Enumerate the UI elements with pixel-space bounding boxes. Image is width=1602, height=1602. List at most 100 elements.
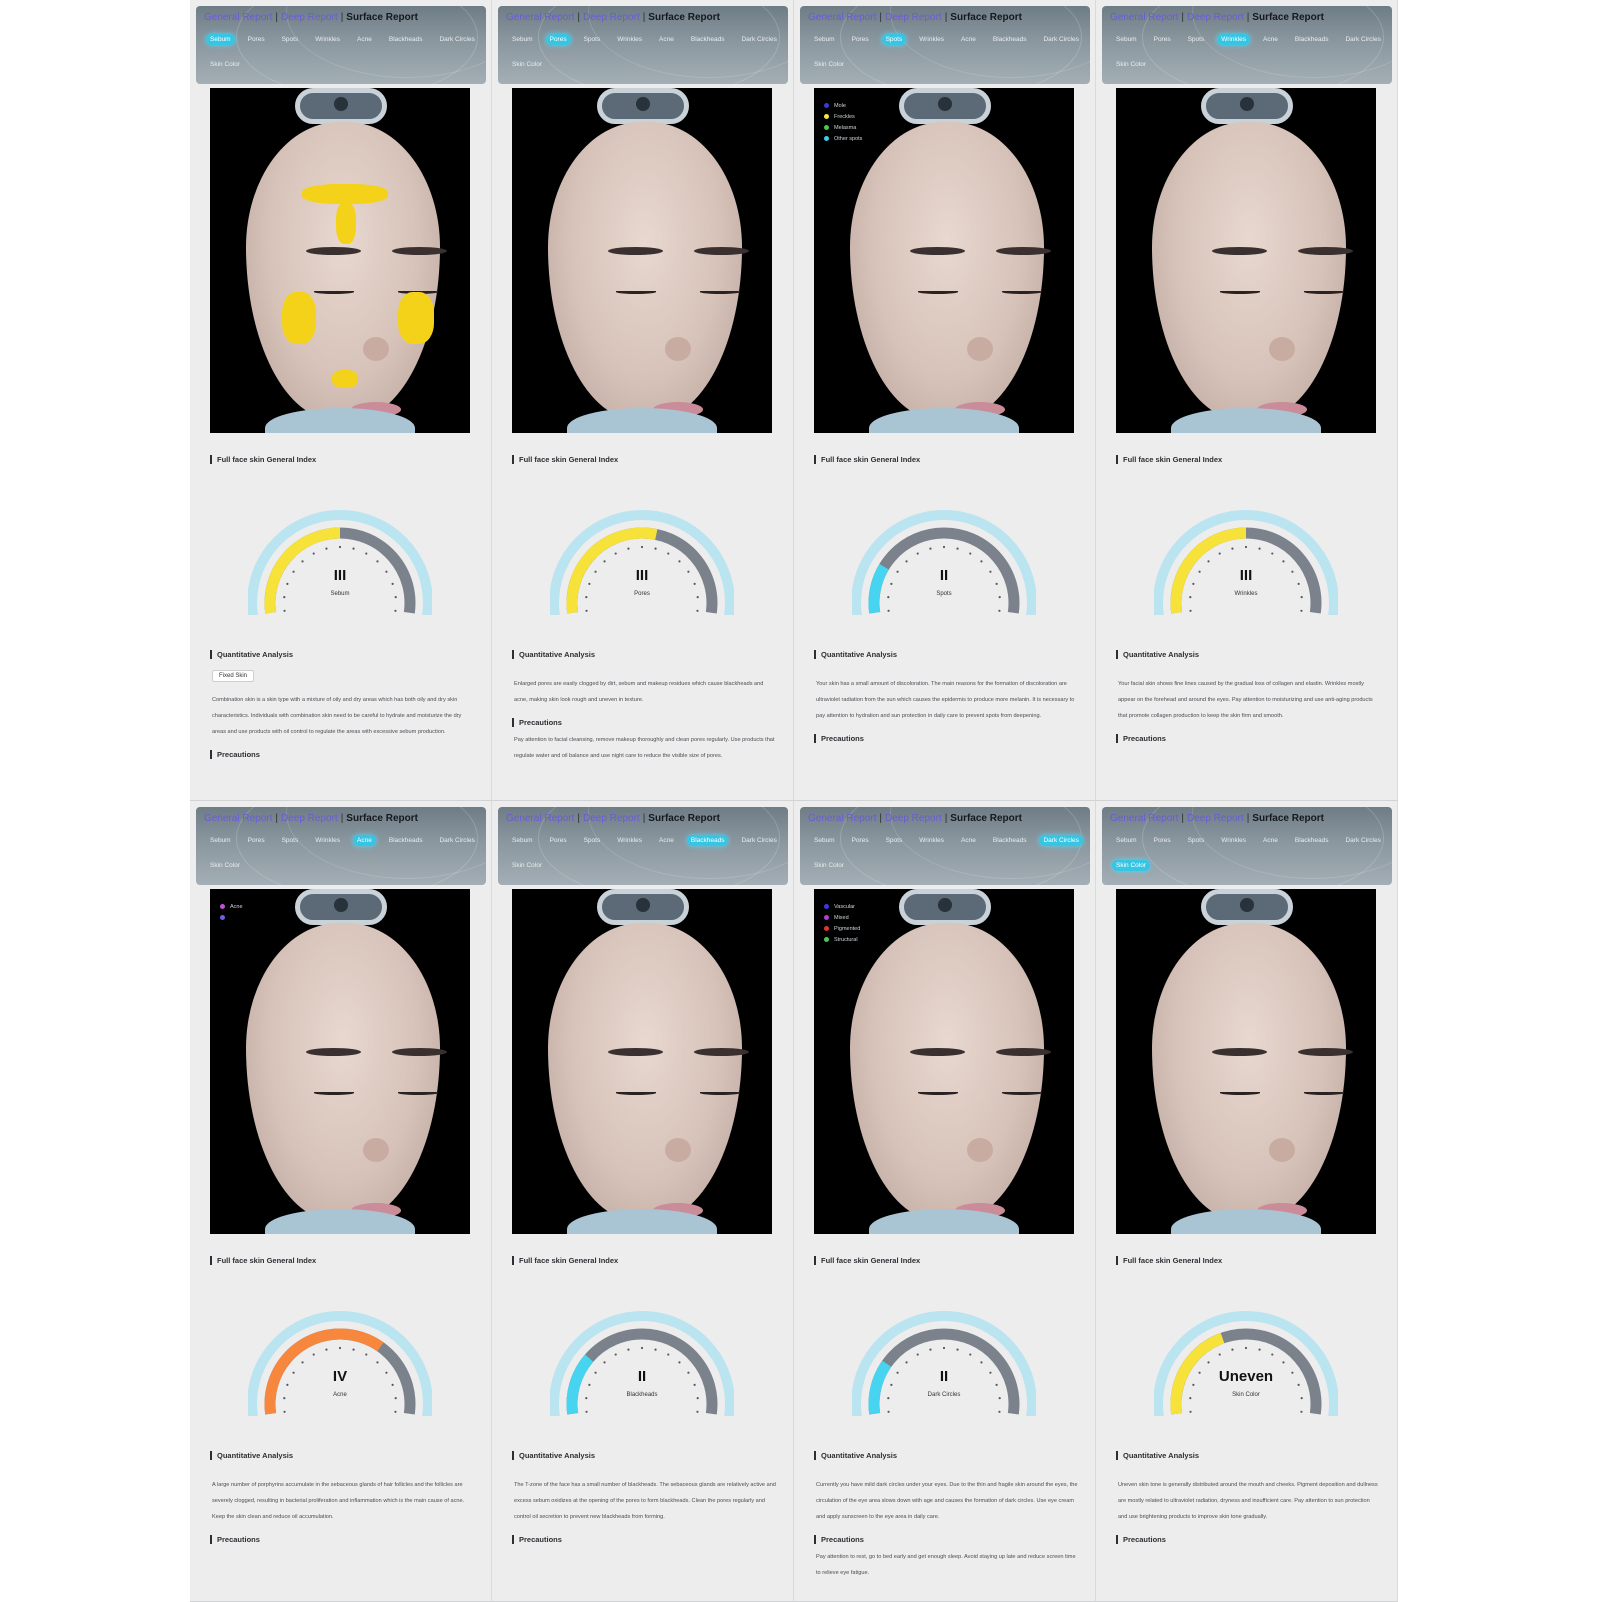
general-report-link[interactable]: General Report bbox=[1110, 813, 1178, 824]
general-report-link[interactable]: General Report bbox=[1110, 12, 1178, 23]
tab-sebum[interactable]: Sebum bbox=[508, 835, 537, 846]
tab-wrinkles[interactable]: Wrinkles bbox=[613, 835, 646, 846]
tab-spots[interactable]: Spots bbox=[881, 34, 907, 45]
tab-pores[interactable]: Pores bbox=[1150, 835, 1175, 846]
tab-wrinkles[interactable]: Wrinkles bbox=[311, 34, 344, 45]
tab-acne[interactable]: Acne bbox=[1259, 835, 1282, 846]
tab-pores[interactable]: Pores bbox=[244, 34, 269, 45]
gauge-tick bbox=[942, 1346, 946, 1350]
tab-skin-color[interactable]: Skin Color bbox=[810, 59, 848, 70]
tab-wrinkles[interactable]: Wrinkles bbox=[613, 34, 646, 45]
tab-wrinkles[interactable]: Wrinkles bbox=[1217, 34, 1251, 45]
tab-dark-circles[interactable]: Dark Circles bbox=[1341, 835, 1384, 846]
tab-dark-circles[interactable]: Dark Circles bbox=[737, 835, 780, 846]
deep-report-link[interactable]: Deep Report bbox=[1187, 813, 1244, 824]
report-grid: General Report | Deep Report | Surface Repor… bbox=[190, 0, 1398, 1602]
tab-pores[interactable]: Pores bbox=[1150, 34, 1175, 45]
tab-sebum[interactable]: Sebum bbox=[810, 835, 839, 846]
tab-skin-color[interactable]: Skin Color bbox=[1112, 860, 1150, 871]
tab-sebum[interactable]: Sebum bbox=[1112, 835, 1141, 846]
tab-blackheads[interactable]: Blackheads bbox=[989, 34, 1031, 45]
tab-blackheads[interactable]: Blackheads bbox=[385, 34, 427, 45]
tab-blackheads[interactable]: Blackheads bbox=[1291, 835, 1333, 846]
tab-spots[interactable]: Spots bbox=[278, 835, 303, 846]
tab-skin-color[interactable]: Skin Color bbox=[206, 59, 244, 70]
tab-pores[interactable]: Pores bbox=[848, 34, 873, 45]
tab-sebum[interactable]: Sebum bbox=[206, 835, 235, 846]
general-report-link[interactable]: General Report bbox=[204, 12, 272, 23]
general-report-link[interactable]: General Report bbox=[506, 12, 574, 23]
tab-dark-circles[interactable]: Dark Circles bbox=[737, 34, 780, 45]
surface-report-tab[interactable]: Surface Report bbox=[950, 813, 1022, 824]
deep-report-link[interactable]: Deep Report bbox=[583, 12, 640, 23]
analysis-tabs: Sebum Pores Spots Wrinkles Acne Blackheads Dar… bbox=[810, 34, 1088, 70]
tab-spots[interactable]: Spots bbox=[278, 34, 303, 45]
tab-dark-circles[interactable]: Dark Circles bbox=[1039, 34, 1082, 45]
deep-report-link[interactable]: Deep Report bbox=[583, 813, 640, 824]
left-eyebrow bbox=[608, 247, 663, 255]
tab-dark-circles[interactable]: Dark Circles bbox=[435, 34, 478, 45]
tab-dark-circles[interactable]: Dark Circles bbox=[1039, 835, 1083, 846]
tab-wrinkles[interactable]: Wrinkles bbox=[915, 34, 948, 45]
gauge-tick bbox=[980, 1361, 983, 1364]
deep-report-link[interactable]: Deep Report bbox=[885, 813, 942, 824]
tab-sebum[interactable]: Sebum bbox=[1112, 34, 1141, 45]
deep-report-link[interactable]: Deep Report bbox=[1187, 12, 1244, 23]
surface-report-tab[interactable]: Surface Report bbox=[1252, 813, 1324, 824]
tab-acne[interactable]: Acne bbox=[655, 34, 678, 45]
tab-pores[interactable]: Pores bbox=[545, 34, 571, 45]
tab-wrinkles[interactable]: Wrinkles bbox=[311, 835, 344, 846]
general-report-link[interactable]: General Report bbox=[808, 813, 876, 824]
surface-report-tab[interactable]: Surface Report bbox=[346, 813, 418, 824]
index-gauge: Uneven Skin Color bbox=[1153, 1296, 1339, 1427]
surface-report-tab[interactable]: Surface Report bbox=[648, 12, 720, 23]
tab-wrinkles[interactable]: Wrinkles bbox=[1217, 835, 1250, 846]
gauge-tick bbox=[1207, 1361, 1210, 1364]
surface-report-tab[interactable]: Surface Report bbox=[346, 12, 418, 23]
gauge-tick bbox=[283, 609, 286, 612]
deep-report-link[interactable]: Deep Report bbox=[281, 12, 338, 23]
tab-dark-circles[interactable]: Dark Circles bbox=[1341, 34, 1384, 45]
tab-blackheads[interactable]: Blackheads bbox=[1291, 34, 1333, 45]
tab-skin-color[interactable]: Skin Color bbox=[810, 860, 848, 871]
general-report-link[interactable]: General Report bbox=[808, 12, 876, 23]
deep-report-link[interactable]: Deep Report bbox=[281, 813, 338, 824]
tab-dark-circles[interactable]: Dark Circles bbox=[435, 835, 478, 846]
tab-spots[interactable]: Spots bbox=[882, 835, 907, 846]
tab-blackheads[interactable]: Blackheads bbox=[687, 34, 729, 45]
tab-acne[interactable]: Acne bbox=[957, 34, 980, 45]
tab-skin-color[interactable]: Skin Color bbox=[508, 59, 546, 70]
gauge-tick bbox=[376, 560, 379, 563]
tab-spots[interactable]: Spots bbox=[580, 34, 605, 45]
tab-sebum[interactable]: Sebum bbox=[508, 34, 537, 45]
tab-pores[interactable]: Pores bbox=[244, 835, 269, 846]
gauge-dial bbox=[851, 510, 1037, 626]
analysis-tabs: Sebum Pores Spots Wrinkles Acne Blackheads Dar… bbox=[206, 835, 484, 871]
tab-blackheads[interactable]: Blackheads bbox=[686, 835, 729, 846]
tab-blackheads[interactable]: Blackheads bbox=[989, 835, 1031, 846]
tab-spots[interactable]: Spots bbox=[580, 835, 605, 846]
tab-spots[interactable]: Spots bbox=[1184, 835, 1209, 846]
general-report-link[interactable]: General Report bbox=[506, 813, 574, 824]
tab-spots[interactable]: Spots bbox=[1184, 34, 1209, 45]
general-report-link[interactable]: General Report bbox=[204, 813, 272, 824]
tab-acne[interactable]: Acne bbox=[1259, 34, 1282, 45]
tab-acne[interactable]: Acne bbox=[655, 835, 678, 846]
surface-report-tab[interactable]: Surface Report bbox=[648, 813, 720, 824]
surface-report-tab[interactable]: Surface Report bbox=[950, 12, 1022, 23]
tab-skin-color[interactable]: Skin Color bbox=[508, 860, 546, 871]
tab-skin-color[interactable]: Skin Color bbox=[206, 860, 244, 871]
tab-blackheads[interactable]: Blackheads bbox=[385, 835, 427, 846]
right-eye bbox=[398, 1091, 438, 1095]
tab-sebum[interactable]: Sebum bbox=[206, 34, 235, 45]
tab-acne[interactable]: Acne bbox=[353, 835, 376, 846]
tab-acne[interactable]: Acne bbox=[353, 34, 376, 45]
tab-skin-color[interactable]: Skin Color bbox=[1112, 59, 1150, 70]
tab-acne[interactable]: Acne bbox=[957, 835, 980, 846]
tab-sebum[interactable]: Sebum bbox=[810, 34, 839, 45]
tab-pores[interactable]: Pores bbox=[848, 835, 873, 846]
tab-wrinkles[interactable]: Wrinkles bbox=[915, 835, 948, 846]
tab-pores[interactable]: Pores bbox=[546, 835, 571, 846]
surface-report-tab[interactable]: Surface Report bbox=[1252, 12, 1324, 23]
deep-report-link[interactable]: Deep Report bbox=[885, 12, 942, 23]
